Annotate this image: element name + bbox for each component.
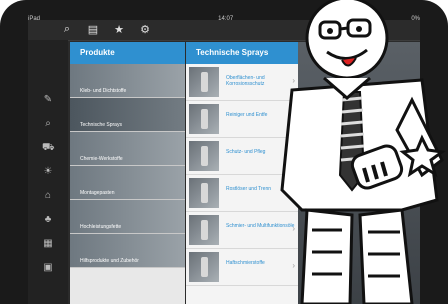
spray-can-image (201, 146, 208, 166)
product-label: Hochleistungsfette (80, 224, 122, 230)
pencil-icon[interactable]: ✎ (42, 94, 54, 106)
product-label: Chemie-Werkstoffe (80, 156, 123, 162)
product-label: Kleb- und Dichtstoffe (80, 88, 127, 94)
spray-can-image (201, 257, 208, 277)
search-icon[interactable]: ⌕ (42, 118, 54, 130)
building-icon[interactable]: ▦ (42, 238, 54, 250)
tree-icon[interactable]: ♣ (42, 214, 54, 226)
product-item[interactable]: Montagepasten (70, 166, 185, 200)
spray-thumbnail (189, 67, 219, 97)
bulb-icon[interactable]: ☀ (42, 166, 54, 178)
catalog-icon[interactable]: ▤ (82, 22, 104, 37)
spray-can-image (201, 72, 208, 92)
spray-can-image (201, 220, 208, 240)
car-icon[interactable]: ⛟ (42, 142, 55, 154)
spray-thumbnail (189, 141, 219, 171)
product-item[interactable]: Chemie-Werkstoffe (70, 132, 185, 166)
product-item[interactable]: Kleb- und Dichtstoffe (70, 64, 185, 98)
products-panel: Produkte Kleb- und Dichtstoffe Technisch… (70, 42, 185, 304)
product-item[interactable]: Hilfsprodukte und Zubehör (70, 234, 185, 268)
tablet-device: iPad 14:07 0% ⌕ ▤ ★ ⚙ ✎ ⌕ ⛟ ☀ ⌂ ♣ ▦ ▣ Pr… (0, 0, 448, 304)
product-label: Montagepasten (80, 190, 115, 196)
spray-can-image (201, 109, 208, 129)
factory-icon[interactable]: ⌂ (42, 190, 54, 202)
product-item[interactable]: Technische Sprays (70, 98, 185, 132)
sidebar: ✎ ⌕ ⛟ ☀ ⌂ ♣ ▦ ▣ (28, 40, 68, 304)
search-icon[interactable]: ⌕ (56, 22, 78, 37)
spray-thumbnail (189, 215, 219, 245)
cartoon-mascot (280, 0, 446, 304)
spray-can-image (201, 183, 208, 203)
spray-thumbnail (189, 178, 219, 208)
briefcase-icon[interactable]: ▣ (42, 262, 54, 274)
spray-thumbnail (189, 104, 219, 134)
products-header: Produkte (70, 42, 185, 64)
product-item[interactable]: Hochleistungsfette (70, 200, 185, 234)
gear-icon[interactable]: ⚙ (134, 22, 156, 37)
star-icon[interactable]: ★ (108, 22, 130, 37)
product-label: Hilfsprodukte und Zubehör (80, 258, 139, 264)
spray-thumbnail (189, 252, 219, 282)
product-label: Technische Sprays (80, 122, 122, 128)
